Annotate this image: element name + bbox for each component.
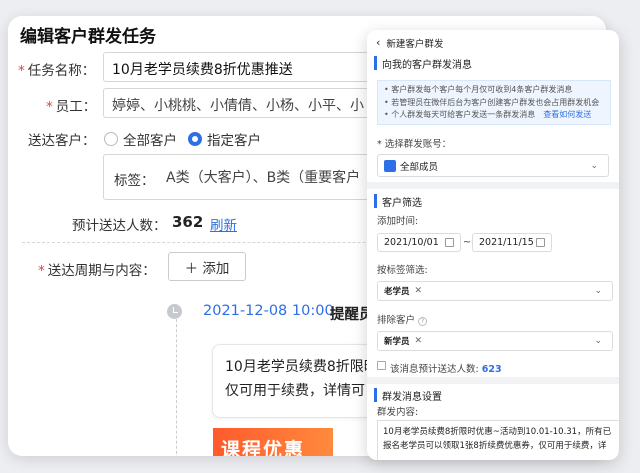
chevron-down-icon: ⌄ [594,286,602,296]
radio-all-customers[interactable]: 全部客户 [104,129,177,149]
user-group-icon [384,159,396,172]
estimate-count: 623 [481,364,502,375]
tag-filter-select[interactable]: 老学员 ✕ ⌄ [377,281,613,301]
estimate-text: 该消息预计送达人数: 623 [390,364,502,375]
send-to-label: 送达客户： [28,133,96,149]
section-info: 向我的客户群发消息 [374,56,619,71]
section-gap [367,377,619,384]
date-separator: ~ [463,237,471,248]
exclude-select[interactable]: 新学员 ✕ ⌄ [377,331,613,351]
content-label: 群发内容: [377,407,419,418]
calendar-icon [536,238,545,247]
notice-line: • 客户群发每个客户每个月仅可收到4条客户群发消息 [384,85,573,94]
exclude-chip: 新学员 [384,337,410,347]
date-end-input[interactable]: 2021/11/15 [472,233,552,252]
back-chevron-icon[interactable]: ‹ [376,36,380,49]
new-broadcast-panel: ‹ 新建客户群发 向我的客户群发消息 • 客户群发每个客户每个月仅可收到4条客户… [367,30,619,460]
radio-specified-customers[interactable]: 指定客户 [188,129,261,149]
section-filter: 客户筛选 [374,194,619,209]
promo-banner: 课程优惠 [213,428,333,456]
tag-chip: 老学员 [384,287,410,297]
tag-filter-label: 按标签筛选: [377,265,428,276]
content-line: 报名老学员可以领取1张8折续费优惠券，仅可用于续费，详 [383,441,607,451]
content-line: 10月老学员续费8折限时优惠~活动到10.01-10.31，所有已 [383,427,612,437]
notice-box: • 客户群发每个客户每个月仅可收到4条客户群发消息 • 若管理员在微伴后台为客户… [377,80,611,125]
section-gap [367,182,619,189]
page-title: 编辑客户群发任务 [20,27,156,47]
help-icon[interactable]: ? [418,317,428,326]
estimate-count: 362 [172,213,204,231]
estimate-checkbox[interactable] [377,361,386,370]
account-label: * 选择群发账号： [377,139,452,150]
calendar-icon [445,238,454,247]
timeline-line [176,314,177,456]
task-name-label: * 任务名称： [18,63,96,79]
cycle-label: * 送达周期与内容： [38,263,156,279]
staff-label: * 员工： [46,99,97,115]
section-settings: 群发消息设置 [374,388,619,403]
notice-line: • 若管理员在微伴后台为客户创建客户群发也会占用群发机会 [384,97,600,107]
add-button[interactable]: ＋ 添加 [168,252,246,281]
add-time-label: 添加时间: [377,216,419,227]
panel-header[interactable]: ‹ 新建客户群发 [367,30,619,55]
timeline-date: 2021-12-08 10:00 [203,303,334,319]
notice-line: • 个人群发每天可给客户发送一条群发消息 查看如何发送 [384,110,592,119]
account-select[interactable]: 全部成员 ⌄ [377,154,609,177]
exclude-label: 排除客户? [377,312,428,326]
close-icon[interactable]: ✕ [415,336,423,346]
close-icon[interactable]: ✕ [415,286,423,296]
radio-circle-selected [188,132,202,146]
radio-circle [104,132,118,146]
refresh-link[interactable]: 刷新 [210,214,237,234]
clock-icon [167,304,182,319]
date-start-input[interactable]: 2021/10/01 [377,233,461,252]
chevron-down-icon: ⌄ [594,336,602,346]
content-textarea[interactable]: 10月老学员续费8折限时优惠~活动到10.01-10.31，所有已 报名老学员可… [377,420,619,460]
how-to-send-link[interactable]: 查看如何发送 [543,110,591,119]
panel-title: 新建客户群发 [386,38,444,50]
estimate-label: 预计送达人数： [72,218,167,234]
chevron-down-icon: ⌄ [590,160,598,171]
tag-label: 标签： [114,173,155,189]
